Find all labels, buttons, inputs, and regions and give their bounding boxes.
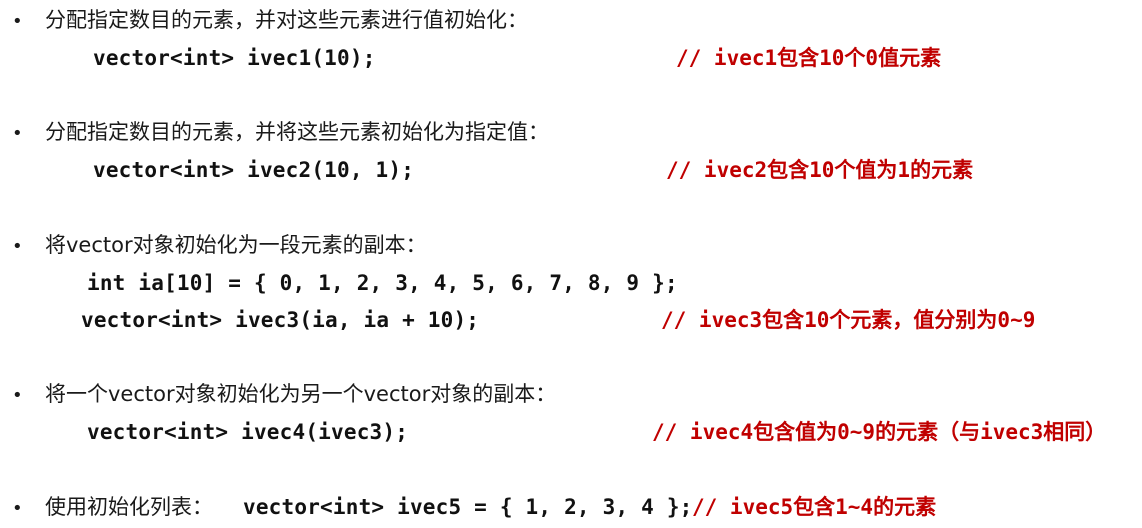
- item-3-text: 将vector对象初始化为一段元素的副本：: [45, 233, 427, 257]
- item-1-text: 分配指定数目的元素，并对这些元素进行值初始化：: [45, 8, 528, 32]
- item-5-text: 使用初始化列表：: [45, 495, 213, 519]
- item-4-code: vector<int> ivec4(ivec3);: [87, 420, 409, 444]
- item-1-comment: // ivec1包含10个0值元素: [676, 46, 942, 70]
- item-4-text: 将一个vector对象初始化为另一个vector对象的副本：: [45, 382, 557, 406]
- item-2-comment: // ivec2包含10个值为1的元素: [666, 158, 974, 182]
- bullet-4: •: [12, 385, 23, 406]
- item-5-comment: // ivec5包含1~4的元素: [692, 495, 937, 519]
- slide: { "bullet_char": "•", "items": [ { "text…: [0, 0, 1142, 528]
- item-5-code: vector<int> ivec5 = { 1, 2, 3, 4 };: [243, 495, 693, 519]
- item-2-text: 分配指定数目的元素，并将这些元素初始化为指定值：: [45, 120, 549, 144]
- item-2-code: vector<int> ivec2(10, 1);: [93, 158, 415, 182]
- item-3-code-2: vector<int> ivec3(ia, ia + 10);: [81, 308, 480, 332]
- item-4-comment: // ivec4包含值为0~9的元素（与ivec3相同）: [652, 420, 1107, 444]
- bullet-2: •: [12, 123, 23, 144]
- item-1-code: vector<int> ivec1(10);: [93, 46, 376, 70]
- bullet-3: •: [12, 236, 23, 257]
- bullet-1: •: [12, 11, 23, 32]
- item-3-code-1: int ia[10] = { 0, 1, 2, 3, 4, 5, 6, 7, 8…: [87, 271, 678, 295]
- item-3-comment: // ivec3包含10个元素，值分别为0~9: [661, 308, 1036, 332]
- bullet-5: •: [12, 498, 23, 519]
